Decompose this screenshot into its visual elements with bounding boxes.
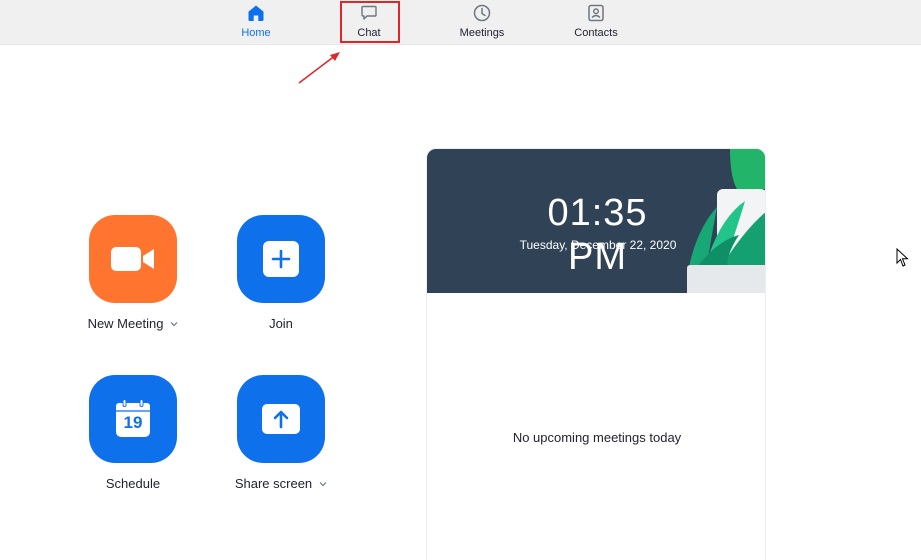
new-meeting-button[interactable]: New Meeting: [73, 215, 193, 331]
share-screen-label: Share screen: [234, 476, 313, 491]
current-date: Tuesday, December 22, 2020: [519, 238, 677, 252]
upcoming-meetings-panel: 01:35 PM Tuesday, December 22, 2020 No u…: [426, 148, 766, 560]
join-button[interactable]: Join: [221, 215, 341, 331]
plus-icon: [263, 241, 299, 277]
join-tile[interactable]: [237, 215, 325, 303]
upload-arrow-icon: [262, 404, 300, 434]
video-camera-icon: [111, 247, 154, 271]
tab-home-label: Home: [241, 27, 271, 39]
home-icon: [248, 5, 264, 21]
annotation-arrow-icon: [298, 52, 340, 84]
contact-card-icon: [588, 4, 604, 22]
schedule-label: Schedule: [105, 476, 161, 491]
join-label: Join: [269, 316, 293, 331]
no-meetings-message: No upcoming meetings today: [512, 430, 682, 445]
tab-contacts[interactable]: Contacts: [556, 0, 636, 45]
share-screen-tile[interactable]: [237, 375, 325, 463]
mouse-pointer-icon: [896, 248, 909, 267]
new-meeting-tile[interactable]: [89, 215, 177, 303]
clock-banner: 01:35 PM Tuesday, December 22, 2020: [427, 149, 765, 293]
chevron-down-icon[interactable]: [170, 321, 178, 327]
share-screen-button[interactable]: Share screen: [221, 375, 341, 491]
calendar-icon: 19: [114, 399, 152, 439]
new-meeting-label: New Meeting: [87, 316, 164, 331]
tab-meetings-label: Meetings: [459, 27, 505, 39]
calendar-day-number: 19: [123, 413, 143, 432]
tab-meetings[interactable]: Meetings: [442, 0, 522, 45]
chevron-down-icon[interactable]: [319, 481, 327, 487]
annotation-highlight-box: [340, 1, 400, 43]
schedule-button[interactable]: 19 Schedule: [73, 375, 193, 491]
tab-home[interactable]: Home: [216, 0, 296, 45]
current-time: 01:35 PM: [547, 192, 648, 278]
schedule-tile[interactable]: 19: [89, 375, 177, 463]
tab-contacts-label: Contacts: [574, 27, 618, 39]
clock-icon: [473, 4, 491, 22]
top-nav-bar: Home Chat Meetings Contacts: [0, 0, 921, 45]
